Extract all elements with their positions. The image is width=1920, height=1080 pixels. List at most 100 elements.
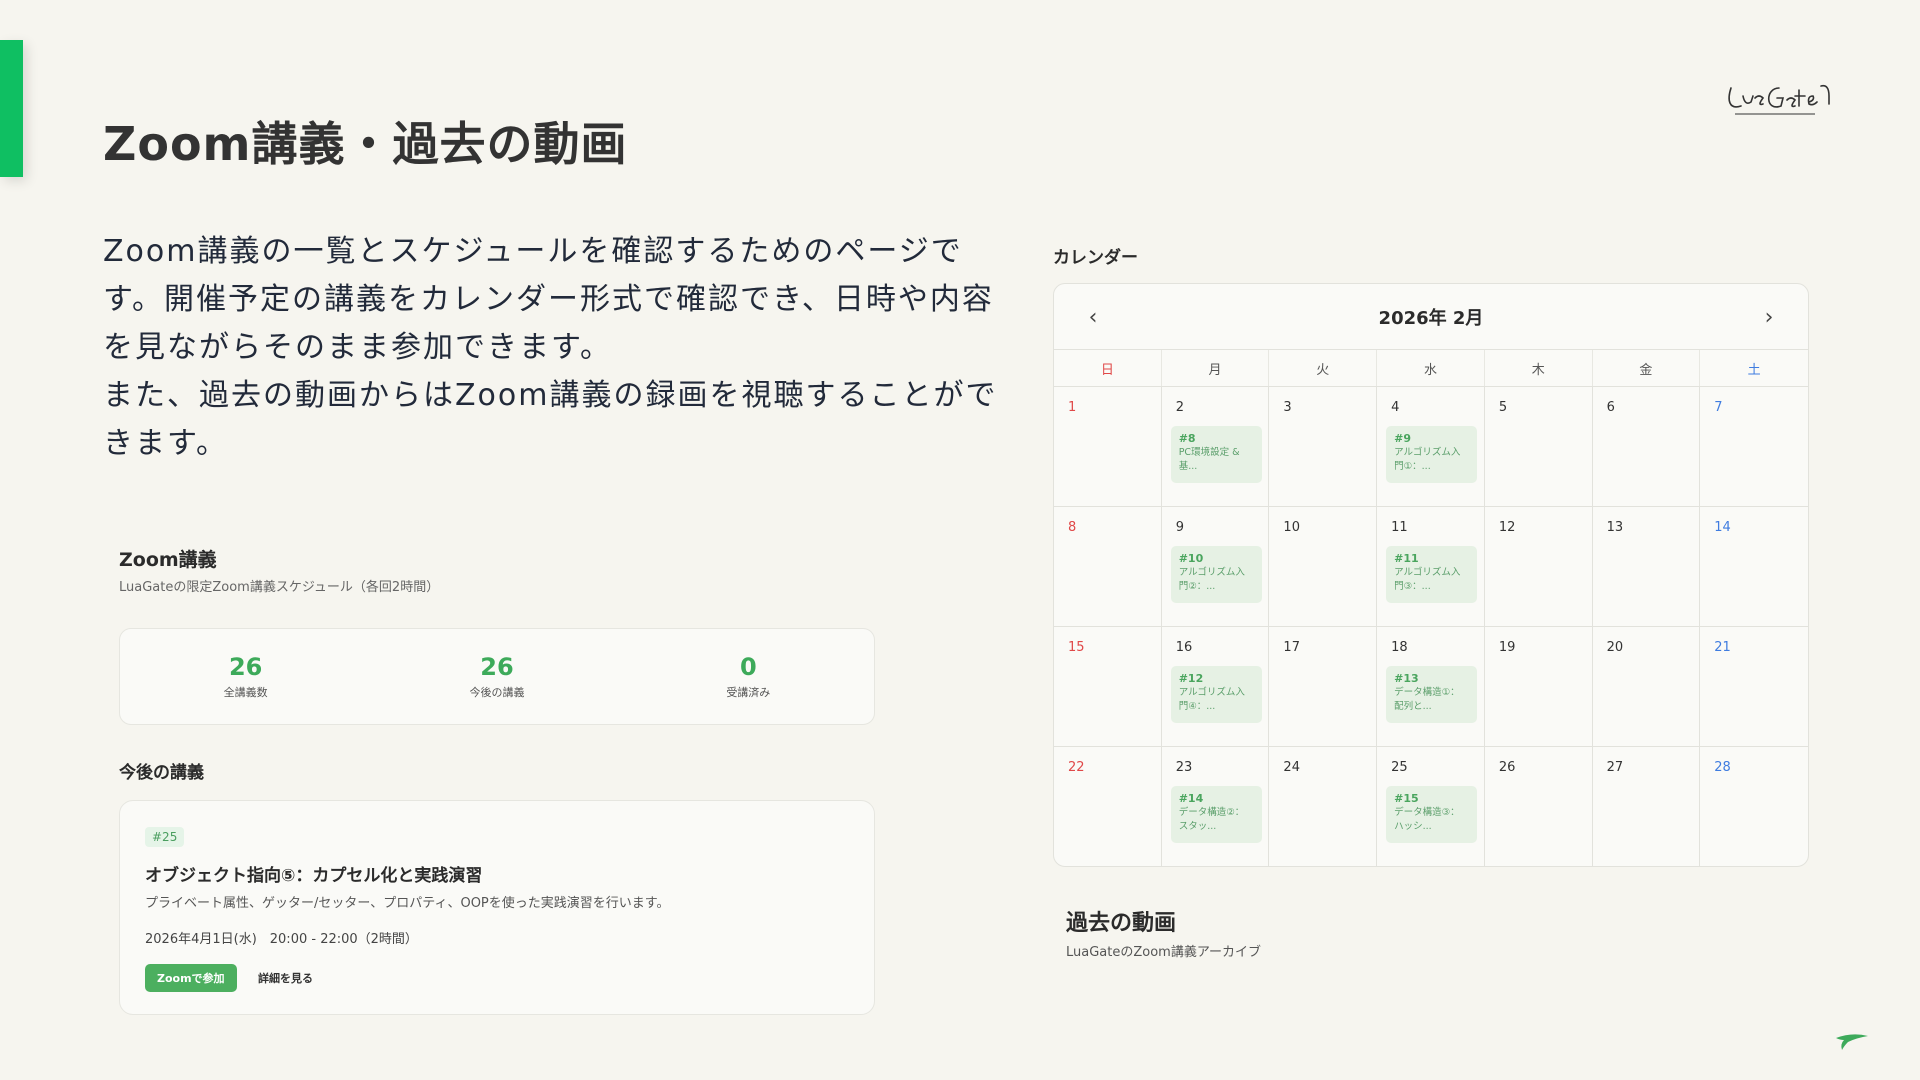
calendar-day-number: 12: [1498, 520, 1516, 535]
calendar-day-number: 9: [1175, 520, 1184, 535]
calendar-day-number: 14: [1714, 520, 1731, 535]
calendar-day-number: 6: [1606, 400, 1615, 415]
event-title: データ構造①：配列と...: [1394, 687, 1460, 712]
calendar-day-number: 21: [1714, 640, 1731, 655]
calendar-day-number: 24: [1283, 760, 1300, 775]
calendar-day[interactable]: 4 #9 アルゴリズム入門①：...: [1377, 387, 1485, 507]
calendar-day[interactable]: 9 #10 アルゴリズム入門②：...: [1161, 507, 1270, 627]
calendar-day-number: 28: [1714, 760, 1731, 775]
calendar-day[interactable]: 17: [1269, 627, 1378, 747]
event-title: アルゴリズム入門④：...: [1178, 687, 1245, 712]
calendar-day-number: 5: [1498, 400, 1508, 415]
calendar-day[interactable]: 12: [1484, 507, 1593, 627]
event-number: #10: [1178, 552, 1204, 565]
stat-label: 全講義数: [223, 686, 268, 699]
stat-label: 今後の講義: [469, 686, 525, 699]
calendar-day-number: 20: [1606, 640, 1624, 655]
lecture-description: プライベート属性、ゲッター/セッター、プロパティ、OOPを使った実践演習を行いま…: [145, 896, 670, 911]
weekday-tuesday: 火: [1269, 350, 1378, 386]
calendar-month-title: 2026年 2月: [1378, 307, 1484, 329]
calendar-day[interactable]: 1: [1054, 387, 1162, 507]
calendar-day[interactable]: 13: [1592, 507, 1701, 627]
calendar-event[interactable]: #12 アルゴリズム入門④：...: [1170, 666, 1262, 723]
calendar-day[interactable]: 22: [1054, 747, 1162, 866]
calendar-day[interactable]: 3: [1269, 387, 1378, 507]
calendar-day-number: 10: [1283, 520, 1300, 535]
weekday-friday: 金: [1593, 350, 1701, 386]
event-number: #8: [1178, 432, 1196, 445]
calendar-day[interactable]: 18 #13 データ構造①：配列と...: [1377, 627, 1485, 747]
calendar-day[interactable]: 23 #14 データ構造②：スタッ...: [1162, 747, 1270, 866]
stat-attended: 0 受講済み: [623, 629, 874, 724]
stat-value: 26: [228, 653, 263, 681]
calendar-day-number: 11: [1391, 520, 1408, 535]
calendar-day-number: 27: [1606, 760, 1624, 775]
calendar-day[interactable]: 24: [1269, 747, 1378, 866]
event-number: #15: [1394, 792, 1419, 805]
calendar-day[interactable]: 2 #8 PC環境設定 & 基...: [1161, 387, 1270, 507]
chevron-right-icon[interactable]: ›: [1754, 302, 1784, 332]
calendar-day[interactable]: 11 #11 アルゴリズム入門③：...: [1377, 507, 1485, 627]
zoom-section-title: Zoom講義: [119, 549, 217, 571]
calendar-day[interactable]: 20: [1592, 627, 1701, 747]
calendar-day[interactable]: 6: [1592, 387, 1701, 507]
calendar-event[interactable]: #14 データ構造②：スタッ...: [1170, 786, 1262, 843]
lecture-card: #25 オブジェクト指向⑤：カプセル化と実践演習 プライベート属性、ゲッター/セ…: [119, 800, 875, 1015]
calendar-day[interactable]: 14: [1700, 507, 1808, 627]
calendar-day-number: 3: [1283, 400, 1292, 415]
upcoming-section-title: 今後の講義: [119, 763, 204, 783]
event-title: データ構造③：ハッシ...: [1394, 807, 1460, 832]
calendar-event[interactable]: #8 PC環境設定 & 基...: [1170, 426, 1262, 483]
lecture-datetime: 2026年4月1日(水) 20:00 - 22:00（2時間）: [145, 932, 418, 947]
calendar-day[interactable]: 10: [1269, 507, 1378, 627]
stat-label: 受講済み: [726, 686, 771, 699]
calendar-event[interactable]: #9 アルゴリズム入門①：...: [1386, 426, 1478, 483]
event-number: #14: [1178, 792, 1204, 805]
calendar-day[interactable]: 19: [1484, 627, 1593, 747]
calendar-day[interactable]: 16 #12 アルゴリズム入門④：...: [1161, 627, 1270, 747]
calendar-day-number: 8: [1068, 520, 1077, 535]
stat-value: 26: [480, 653, 514, 681]
event-number: #13: [1394, 672, 1419, 685]
calendar-day-number: 25: [1391, 760, 1408, 775]
calendar-grid: 1 2 #8 PC環境設定 & 基... 3 4 #9 アルゴリズム入門①：... 5 6 7 8 9 #…: [1054, 387, 1808, 866]
calendar-day-number: 16: [1175, 640, 1193, 655]
calendar-day-number: 13: [1606, 520, 1624, 535]
event-number: #12: [1178, 672, 1204, 685]
calendar-day[interactable]: 25 #15 データ構造③：ハッシ...: [1377, 747, 1485, 866]
calendar-label: カレンダー: [1053, 248, 1138, 268]
view-details-link[interactable]: 詳細を見る: [258, 970, 313, 986]
stats-card: 26 全講義数 26 今後の講義 0 受講済み: [119, 628, 875, 725]
event-number: #11: [1394, 552, 1419, 565]
weekday-monday: 月: [1162, 350, 1270, 386]
calendar-event[interactable]: #15 データ構造③：ハッシ...: [1386, 786, 1478, 843]
calendar-day[interactable]: 8: [1054, 507, 1162, 627]
calendar-day-number: 18: [1391, 640, 1408, 655]
calendar-day[interactable]: 5: [1484, 387, 1593, 507]
weekday-thursday: 木: [1485, 350, 1593, 386]
brand-mark-icon: [1836, 1034, 1868, 1050]
calendar-day-number: 19: [1498, 640, 1516, 655]
calendar-day[interactable]: 7: [1700, 387, 1808, 507]
stat-upcoming-lectures: 26 今後の講義: [371, 629, 622, 724]
calendar-event[interactable]: #13 データ構造①：配列と...: [1386, 666, 1478, 723]
weekday-wednesday: 水: [1377, 350, 1485, 386]
calendar-day[interactable]: 27: [1593, 747, 1701, 866]
calendar-day[interactable]: 21: [1700, 627, 1808, 747]
event-title: アルゴリズム入門②：...: [1178, 567, 1245, 592]
weekday-saturday: 土: [1747, 362, 1761, 378]
weekday-sunday: 日: [1054, 350, 1162, 386]
past-videos-subtitle: LuaGateのZoom講義アーカイブ: [1066, 945, 1262, 960]
calendar-day-number: 4: [1391, 400, 1400, 415]
calendar-event[interactable]: #10 アルゴリズム入門②：...: [1170, 546, 1262, 603]
event-number: #9: [1394, 432, 1412, 445]
chevron-left-icon[interactable]: ‹: [1078, 302, 1108, 332]
event-title: アルゴリズム入門①：...: [1394, 447, 1461, 472]
stat-value: 0: [739, 653, 757, 681]
calendar-day[interactable]: 26: [1485, 747, 1593, 866]
calendar-event[interactable]: #11 アルゴリズム入門③：...: [1386, 546, 1478, 603]
zoom-join-button[interactable]: Zoomで参加: [145, 964, 237, 992]
calendar-day[interactable]: 15: [1054, 627, 1162, 747]
lecture-title: オブジェクト指向⑤：カプセル化と実践演習: [145, 866, 483, 886]
calendar-day[interactable]: 28: [1700, 747, 1808, 866]
